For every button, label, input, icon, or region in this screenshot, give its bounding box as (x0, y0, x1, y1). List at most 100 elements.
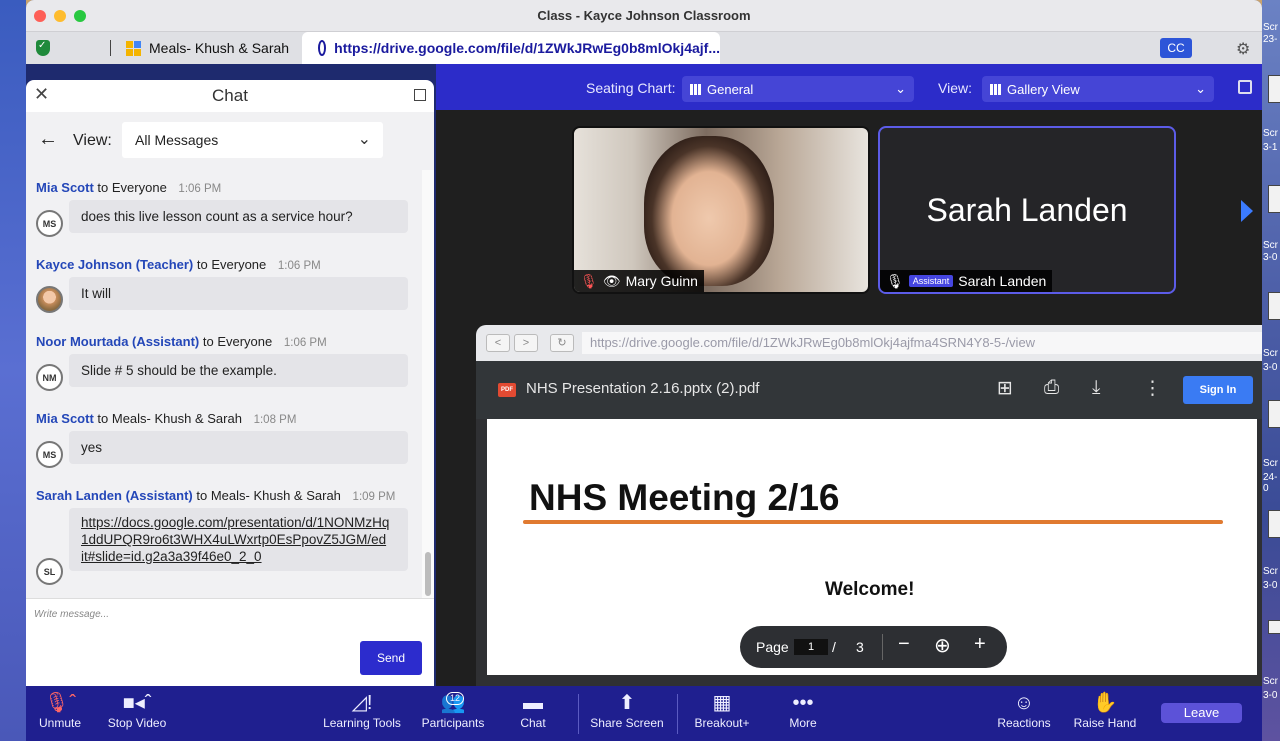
tab-drive-url[interactable]: https://drive.google.com/file/d/1ZWkJRwE… (302, 32, 720, 64)
popout-icon[interactable] (414, 89, 426, 101)
toolbar-divider (677, 694, 678, 734)
message-header: Mia Scott to Meals- Khush & Sarah 1:08 P… (36, 411, 296, 426)
chat-view-label: View: (73, 132, 112, 149)
message-time: 1:09 PM (352, 491, 396, 503)
sign-in-button[interactable]: Sign In (1183, 376, 1253, 404)
sender-name: Mia Scott (36, 180, 94, 195)
breakout-button[interactable]: ▦ Breakout+ (690, 686, 754, 741)
desktop-label: Scr (1263, 458, 1278, 469)
raise-hand-button[interactable]: ✋ Raise Hand (1072, 686, 1138, 741)
reload-button[interactable]: ↻ (550, 334, 574, 352)
zoom-out-icon[interactable]: − (898, 633, 910, 656)
chat-compose[interactable]: Write message... Send (26, 598, 434, 686)
desktop-label: 3-0 (1263, 580, 1278, 591)
desktop-file-thumb[interactable] (1268, 75, 1280, 103)
chevron-down-icon: ⌄ (1195, 81, 1206, 96)
forward-button[interactable]: > (514, 334, 538, 352)
more-vert-icon[interactable]: ⋮ (1143, 377, 1162, 400)
toolbar-divider (578, 694, 579, 734)
zoom-icon[interactable]: ⊕ (934, 633, 951, 658)
desktop-file-thumb[interactable] (1268, 510, 1280, 538)
share-screen-button[interactable]: ⬆ Share Screen (588, 686, 666, 741)
learning-tools-button[interactable]: ◿! Learning Tools (322, 686, 402, 741)
popout-icon[interactable] (1238, 80, 1252, 94)
message-time: 1:08 PM (253, 414, 297, 426)
desktop-label: Scr (1263, 566, 1278, 577)
back-button[interactable]: < (486, 334, 510, 352)
participant-name: Mary Guinn (625, 273, 698, 289)
grid-icon (990, 83, 1001, 95)
title-bar: Class - Kayce Johnson Classroom (26, 0, 1262, 32)
desktop-file-thumb[interactable] (1268, 292, 1280, 320)
closed-captions-button[interactable]: CC (1160, 38, 1192, 58)
chat-button[interactable]: ▬ Chat (518, 686, 548, 741)
participant-tile-mary[interactable]: 🎙 👁 Mary Guinn (572, 126, 870, 294)
recipient: to Everyone (196, 257, 267, 272)
share-screen-icon: ⬆ (618, 692, 636, 714)
message-link[interactable]: https://docs.google.com/presentation/d/1… (81, 514, 396, 531)
smiley-icon: ☺ (1013, 692, 1035, 714)
print-icon[interactable]: ⎙ (1044, 377, 1059, 399)
desktop-file-thumb[interactable] (1268, 400, 1280, 428)
close-icon[interactable]: ✕ (34, 84, 49, 105)
learning-tools-icon: ◿! (351, 692, 373, 714)
participants-button[interactable]: 👥 12 Participants (418, 686, 488, 741)
recipient: to Everyone (97, 180, 167, 195)
shield-icon[interactable] (36, 40, 50, 56)
message-input[interactable]: Write message... (34, 609, 109, 620)
leave-button[interactable]: Leave (1161, 703, 1242, 723)
message-link[interactable]: it#slide=id.g2a3a39f46e0_2_0 (81, 548, 396, 565)
chat-view-row: ← View: All Messages ⌄ (26, 112, 434, 170)
stop-video-button[interactable]: ■◂ˆ Stop Video (104, 686, 170, 741)
message-bubble: It will (69, 277, 408, 310)
pdf-title: NHS Presentation 2.16.pptx (2).pdf (526, 380, 760, 397)
hand-icon: ✋ (1092, 692, 1118, 714)
unmute-button[interactable]: 🎙ˆ Unmute (36, 686, 84, 741)
chat-panel: Chat ✕ ← View: All Messages ⌄ Mia Scott … (26, 80, 434, 686)
recipient: to Meals- Khush & Sarah (97, 411, 242, 426)
raise-hand-label: Raise Hand (1073, 716, 1137, 730)
download-icon[interactable]: ⤓ (1092, 377, 1100, 399)
seating-chart-select[interactable]: General ⌄ (682, 76, 914, 102)
shared-url-bar[interactable]: https://drive.google.com/file/d/1ZWkJRwE… (582, 332, 1262, 354)
message-link[interactable]: 1ddUPQR9ro6t3WHX4uLWxrtp0EsPpovZ5JGM/ed (81, 531, 396, 548)
mic-icon: 🎙 (886, 272, 904, 289)
reactions-button[interactable]: ☺ Reactions (992, 686, 1056, 741)
chat-scroll-thumb[interactable] (425, 552, 431, 596)
message-time: 1:06 PM (283, 337, 327, 349)
chat-scrollbar[interactable] (422, 170, 434, 598)
pdf-toolbar: PDF NHS Presentation 2.16.pptx (2).pdf ⊞… (476, 361, 1262, 419)
slide-welcome: Welcome! (825, 579, 915, 600)
gear-icon[interactable]: ⚙ (1236, 39, 1250, 59)
desktop-file-thumb[interactable] (1268, 620, 1280, 634)
shared-screen: < > ↻ https://drive.google.com/file/d/1Z… (476, 325, 1262, 686)
avatar: SL (36, 558, 63, 585)
chat-view-select[interactable]: All Messages ⌄ (122, 122, 383, 158)
sender-name: Kayce Johnson (Teacher) (36, 257, 194, 272)
view-select[interactable]: Gallery View ⌄ (982, 76, 1214, 102)
pdf-icon: PDF (498, 383, 516, 397)
tab-meals[interactable]: Meals- Khush & Sarah (126, 32, 289, 64)
desktop-label: Scr (1263, 240, 1278, 251)
back-arrow-icon[interactable]: ← (38, 128, 58, 151)
desktop-label: Scr (1263, 22, 1278, 33)
desktop-wallpaper-left (0, 0, 26, 741)
desktop-file-thumb[interactable] (1268, 185, 1280, 213)
desktop-label: 3-0 (1263, 252, 1278, 263)
next-page-arrow-icon[interactable] (1241, 200, 1253, 222)
message-header: Sarah Landen (Assistant) to Meals- Khush… (36, 488, 395, 503)
chat-label: Chat (520, 716, 546, 730)
more-button[interactable]: ••• More (784, 686, 822, 741)
tab-label: https://drive.google.com/file/d/1ZWkJRwE… (334, 40, 720, 56)
add-comment-icon[interactable]: ⊞ (997, 377, 1013, 400)
page-number-input[interactable]: 1 (794, 639, 828, 655)
heading-underline (523, 520, 1223, 524)
zoom-in-icon[interactable]: + (974, 633, 986, 656)
app-window: Class - Kayce Johnson Classroom Meals- K… (26, 0, 1262, 741)
video-header: Seating Chart: General ⌄ View: Gallery V… (436, 64, 1262, 110)
message-time: 1:06 PM (178, 183, 222, 195)
video-stage: 🎙 👁 Mary Guinn Sarah Landen 🎙 Assistant … (436, 110, 1262, 686)
message-bubble: https://docs.google.com/presentation/d/1… (69, 508, 408, 571)
send-button[interactable]: Send (360, 641, 422, 675)
participant-tile-sarah[interactable]: Sarah Landen 🎙 Assistant Sarah Landen (878, 126, 1176, 294)
